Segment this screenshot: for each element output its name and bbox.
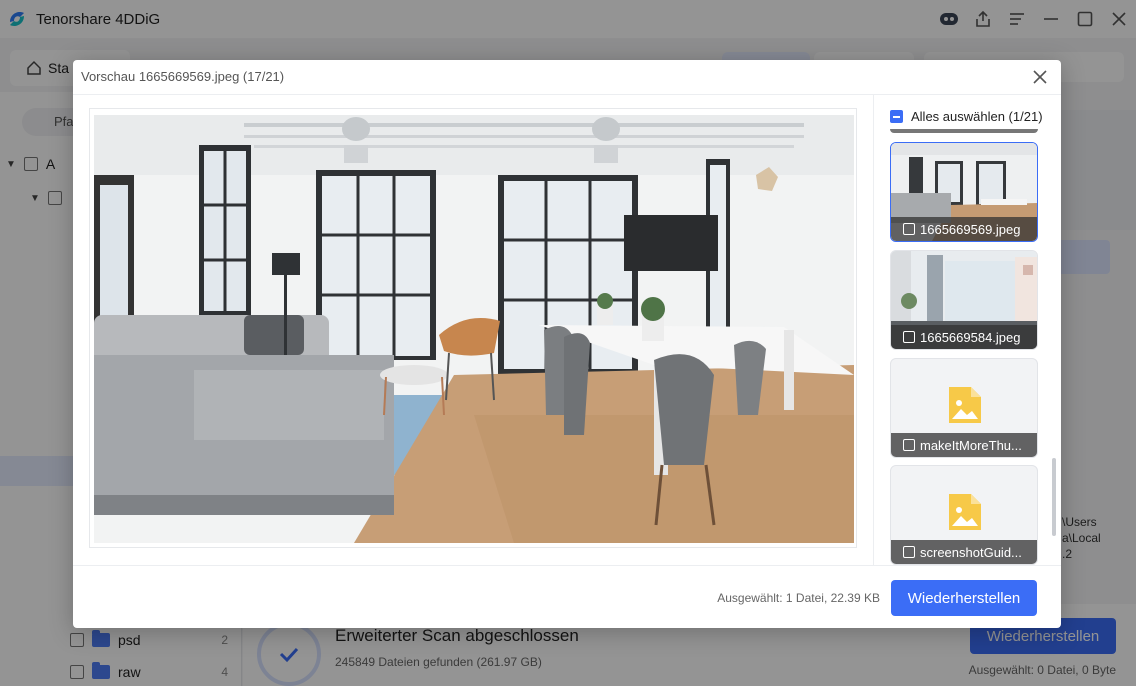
dialog-title: Vorschau 1665669569.jpeg (17/21) bbox=[81, 69, 285, 84]
thumbnail-checkbox[interactable] bbox=[903, 223, 915, 235]
thumbnail-name: screenshotGuid... bbox=[920, 544, 1022, 560]
thumbnail-name: 1665669569.jpeg bbox=[920, 221, 1021, 237]
thumbnail-item[interactable]: 1665669584.jpeg bbox=[890, 250, 1038, 350]
select-all-control[interactable]: Alles auswählen (1/21) bbox=[890, 109, 1043, 124]
select-all-label: Alles auswählen (1/21) bbox=[911, 109, 1043, 124]
image-file-icon bbox=[949, 387, 981, 423]
thumbnail-item[interactable]: screenshotGuid... bbox=[890, 465, 1038, 565]
close-icon bbox=[1033, 70, 1047, 84]
thumbnail-caption: makeItMoreThu... bbox=[891, 433, 1037, 457]
thumbnail-caption: screenshotGuid... bbox=[891, 540, 1037, 564]
thumbnail-checkbox[interactable] bbox=[903, 439, 915, 451]
thumbnail-item[interactable]: 1665669569.jpeg bbox=[890, 142, 1038, 242]
thumbnail-name: makeItMoreThu... bbox=[920, 437, 1022, 453]
divider bbox=[73, 565, 1061, 566]
thumbnail-checkbox[interactable] bbox=[903, 331, 915, 343]
thumbnail-name: 1665669584.jpeg bbox=[920, 329, 1021, 345]
dialog-close-button[interactable] bbox=[1029, 66, 1051, 88]
preview-dialog: Vorschau 1665669569.jpeg (17/21) Alles a… bbox=[73, 60, 1061, 628]
selection-summary: Ausgewählt: 1 Datei, 22.39 KB bbox=[717, 591, 880, 605]
thumbnail-caption: 1665669569.jpeg bbox=[891, 217, 1037, 241]
thumbnail-caption: 1665669584.jpeg bbox=[891, 325, 1037, 349]
thumbnail-item[interactable]: makeItMoreThu... bbox=[890, 358, 1038, 458]
thumbnail-panel: Alles auswählen (1/21) 1665669569.jpeg 1… bbox=[874, 95, 1061, 565]
preview-frame bbox=[89, 108, 857, 548]
thumbnail-checkbox[interactable] bbox=[903, 546, 915, 558]
thumbnail-partial bbox=[890, 129, 1038, 133]
image-file-icon bbox=[949, 494, 981, 530]
thumbnail-scrollbar[interactable] bbox=[1052, 458, 1056, 536]
recover-button[interactable]: Wiederherstellen bbox=[891, 580, 1037, 616]
preview-image bbox=[94, 115, 854, 543]
dialog-header: Vorschau 1665669569.jpeg (17/21) bbox=[73, 60, 1061, 94]
select-all-checkbox[interactable] bbox=[890, 110, 903, 123]
